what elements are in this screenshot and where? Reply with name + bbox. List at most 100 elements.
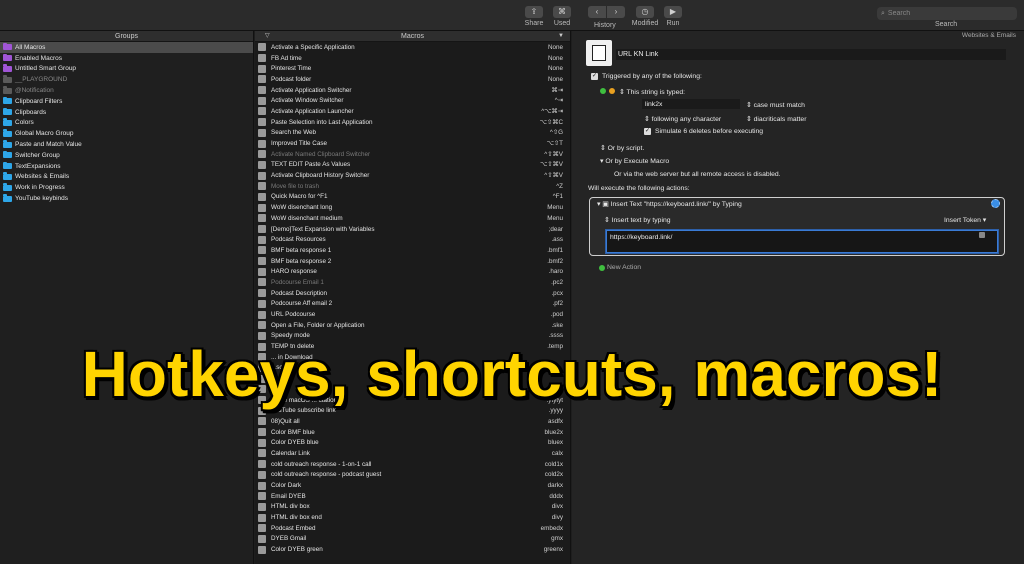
- macro-item[interactable]: BMF beta response 1 .bmf1: [255, 245, 570, 256]
- macro-item[interactable]: WoW disenchant medium Menu: [255, 213, 570, 224]
- group-item[interactable]: Global Macro Group: [0, 128, 253, 139]
- macro-item[interactable]: Speedy mode .ssss: [255, 331, 570, 342]
- or-script-popup[interactable]: ⇕ Or by script.: [600, 144, 644, 152]
- macro-item[interactable]: HTML div box divx: [255, 502, 570, 513]
- group-label: Work in Progress: [15, 184, 65, 192]
- macro-item[interactable]: Search the Web ^⇧G: [255, 128, 570, 139]
- back-icon[interactable]: ‹: [588, 6, 606, 18]
- macro-item[interactable]: Activate Named Clipboard Switcher ^⇧⌘V: [255, 149, 570, 160]
- macro-item[interactable]: Open a File, Folder or Application .ske: [255, 320, 570, 331]
- macro-item[interactable]: URL Podcourse .pod: [255, 309, 570, 320]
- macro-item[interactable]: Podcourse Aff email 2 .pf2: [255, 299, 570, 310]
- group-item[interactable]: TextExpansions: [0, 161, 253, 172]
- insert-mode-popup[interactable]: ⇕ Insert text by typing: [604, 216, 671, 224]
- group-item[interactable]: Clipboards: [0, 107, 253, 118]
- macro-item[interactable]: [Demo]Text Expansion with Variables ;dear: [255, 224, 570, 235]
- search-input[interactable]: [887, 10, 998, 17]
- macro-item[interactable]: Move file to trash ^Z: [255, 181, 570, 192]
- macro-item[interactable]: [255, 384, 570, 395]
- group-item[interactable]: All Macros: [0, 42, 253, 53]
- macro-icon: [258, 310, 266, 319]
- macro-item[interactable]: Color Dark darkx: [255, 480, 570, 491]
- sort-icon[interactable]: ▼: [558, 31, 564, 42]
- group-item[interactable]: Websites & Emails: [0, 172, 253, 183]
- used-button[interactable]: ⌘ Used: [545, 6, 579, 27]
- macro-item[interactable]: Activate Application Switcher ⌘⇥: [255, 85, 570, 96]
- macro-item[interactable]: ... in Download: [255, 352, 570, 363]
- or-execute-macro-popup[interactable]: ▾ Or by Execute Macro: [600, 157, 669, 165]
- macro-icon[interactable]: [586, 40, 612, 66]
- macro-item[interactable]: cold outreach response - 1-on-1 call cold…: [255, 459, 570, 470]
- macro-item[interactable]: Podcast folder None: [255, 74, 570, 85]
- macro-item[interactable]: Color DYEB green greenx: [255, 544, 570, 555]
- simulate-checkbox[interactable]: ✓: [644, 128, 651, 135]
- macro-trigger: ^Z: [556, 182, 563, 190]
- group-item[interactable]: YouTube keybinds: [0, 193, 253, 204]
- macro-item[interactable]: Paste Selection into Last Application ⌥⇧⌘…: [255, 117, 570, 128]
- gear-icon[interactable]: [991, 199, 1000, 208]
- remove-trigger-icon[interactable]: [609, 88, 615, 94]
- macro-item[interactable]: Activate Application Launcher ^⌥⌘⇥: [255, 106, 570, 117]
- macro-item[interactable]: Podcourse Email 1 .pc2: [255, 277, 570, 288]
- used-label: Used: [553, 20, 571, 27]
- new-action-icon[interactable]: [599, 265, 605, 271]
- macro-item[interactable]: Improved Title Case ⌥⇧T: [255, 138, 570, 149]
- macro-item[interactable]: Close macOS ... ctations .ytytyt: [255, 395, 570, 406]
- new-action-button[interactable]: New Action: [607, 264, 641, 271]
- macro-icon: [258, 128, 266, 137]
- macro-item[interactable]: BMF beta response 2 .bmf2: [255, 256, 570, 267]
- macro-item[interactable]: Podcast Resources .ass: [255, 234, 570, 245]
- macro-item[interactable]: HARO response .haro: [255, 266, 570, 277]
- macro-item[interactable]: TEMP tn delete .temp: [255, 341, 570, 352]
- group-item[interactable]: Clipboard Filters: [0, 96, 253, 107]
- group-item[interactable]: Enabled Macros: [0, 53, 253, 64]
- macro-item[interactable]: HTML div box end divy: [255, 512, 570, 523]
- macro-item[interactable]: Email DYEB dddx: [255, 491, 570, 502]
- group-item[interactable]: Untitled Smart Group: [0, 64, 253, 75]
- macro-item[interactable]: Podcast Embed embedx: [255, 523, 570, 534]
- add-trigger-icon[interactable]: [600, 88, 606, 94]
- insert-token-popup[interactable]: Insert Token ▾: [944, 216, 986, 224]
- macro-item[interactable]: FB Ad time None: [255, 53, 570, 64]
- trigger-type-popup[interactable]: ⇕ This string is typed:: [619, 88, 685, 96]
- group-item[interactable]: Paste and Match Value: [0, 139, 253, 150]
- action-title[interactable]: ▾ ▣ Insert Text "https://keyboard.link/"…: [597, 200, 742, 208]
- search-icon: ⌕: [881, 9, 885, 17]
- group-item[interactable]: Work in Progress: [0, 182, 253, 193]
- token-button-icon[interactable]: [979, 232, 985, 238]
- macro-item[interactable]: [255, 373, 570, 384]
- macro-item[interactable]: TEXT EDIT Paste As Values ⌥⇧⌘V: [255, 160, 570, 171]
- triggered-checkbox[interactable]: ✓: [591, 73, 598, 80]
- macro-item[interactable]: ...scription Keebi: [255, 363, 570, 374]
- group-item[interactable]: __PLAYGROUND: [0, 74, 253, 85]
- macro-item[interactable]: Activate a Specific Application None: [255, 42, 570, 53]
- group-item[interactable]: @Notification: [0, 85, 253, 96]
- macro-name-field[interactable]: [616, 49, 1006, 60]
- group-item[interactable]: Colors: [0, 118, 253, 129]
- macros-column: ▽ Macros ▼ Activate a Specific Applicati…: [255, 31, 571, 564]
- macro-item[interactable]: Pinterest Time None: [255, 63, 570, 74]
- search-field[interactable]: ⌕: [877, 7, 1017, 20]
- filter-icon[interactable]: ▽: [265, 31, 270, 42]
- macro-item[interactable]: WoW disenchant long Menu: [255, 202, 570, 213]
- following-popup[interactable]: ⇕ following any character: [644, 115, 721, 123]
- macro-item[interactable]: Color BMF blue blue2x: [255, 427, 570, 438]
- action-text-field[interactable]: https://keyboard.link/: [606, 230, 998, 253]
- group-item[interactable]: Switcher Group: [0, 150, 253, 161]
- keyboard-maestro-window: ⇪ Share ⌘ Used ‹ › History ◷ Modified ▶ …: [0, 0, 1024, 564]
- macro-item[interactable]: cold outreach response - podcast guest co…: [255, 470, 570, 481]
- typed-string-field[interactable]: [642, 99, 740, 109]
- case-popup[interactable]: ⇕ case must match: [746, 101, 805, 109]
- macro-item[interactable]: 08)Quit all asdfx: [255, 416, 570, 427]
- macro-item[interactable]: Activate Window Switcher ^⇥: [255, 95, 570, 106]
- macro-item[interactable]: Podcast Description .pcx: [255, 288, 570, 299]
- macro-item[interactable]: Color DYEB blue bluex: [255, 437, 570, 448]
- macro-item[interactable]: Activate Clipboard History Switcher ^⇧⌘V: [255, 170, 570, 181]
- macro-item[interactable]: DYEB Gmail gmx: [255, 534, 570, 545]
- run-button[interactable]: ▶ Run: [656, 6, 690, 27]
- diacriticals-popup[interactable]: ⇕ diacriticals matter: [746, 115, 806, 123]
- macro-item[interactable]: YouTube subscribe link .yyyy: [255, 405, 570, 416]
- forward-icon[interactable]: ›: [607, 6, 625, 18]
- macro-item[interactable]: Calendar Link calx: [255, 448, 570, 459]
- macro-item[interactable]: Quick Macro for ^F1 ^F1: [255, 192, 570, 203]
